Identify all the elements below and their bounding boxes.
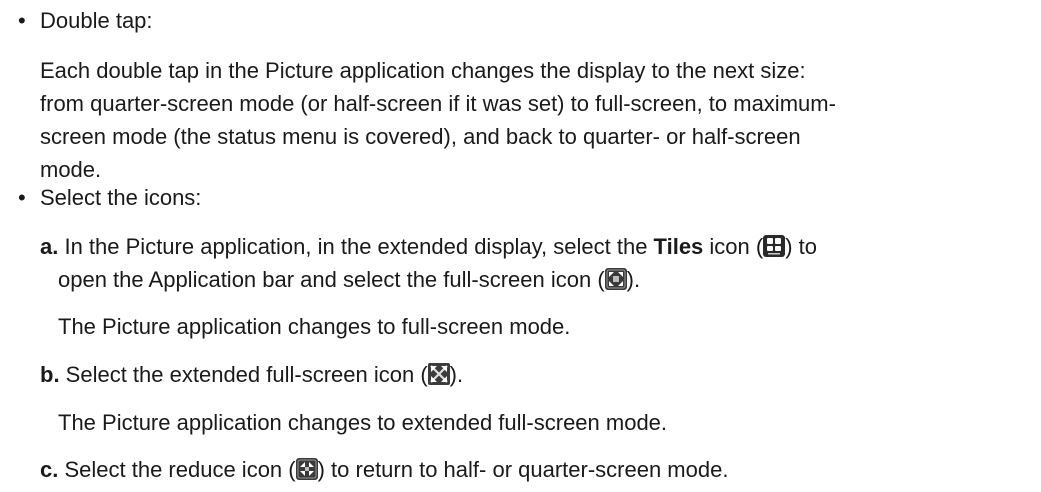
step-a-result: The Picture application changes to full-… [58,314,571,339]
step-text: icon ( [703,234,764,259]
reduce-icon [295,458,318,480]
step-text: ). [449,362,464,387]
step-b-result: The Picture application changes to exten… [58,410,668,435]
step-letter: c. [40,457,59,482]
step-text: Select the extended full-screen icon ( [59,362,428,387]
bullet-label: Select the icons: [40,185,202,210]
tiles-label: Tiles [653,234,704,259]
step-letter: b. [40,362,60,387]
step-letter: a. [40,234,59,259]
paragraph-line: Each double tap in the Picture applicati… [40,58,806,83]
full-screen-icon [604,268,627,290]
step-text: open the Application bar and select the … [58,267,605,292]
step-text: In the Picture application, in the exten… [58,234,654,259]
paragraph-line: screen mode (the status menu is covered)… [40,124,801,149]
paragraph-line: from quarter-screen mode (or half-screen… [40,91,836,116]
extended-full-screen-icon [427,363,450,385]
double-tap-description: Each double tap in the Picture applicati… [40,54,1030,186]
bullet-label: Double tap: [40,8,153,33]
step-a-line-1: a. In the Picture application, in the ex… [40,230,817,263]
bullet-marker: • [18,8,26,33]
step-text: ) to [785,234,818,259]
bullet-select-icons: • Select the icons: [18,181,201,214]
step-text: ). [626,267,641,292]
step-a-line-2: open the Application bar and select the … [58,263,640,296]
document-page: • Double tap: Each double tap in the Pict… [0,0,1041,492]
step-text: Select the reduce icon ( [58,457,296,482]
step-c-line: c. Select the reduce icon ( ) to return t… [40,453,728,486]
tiles-icon [763,235,786,257]
bullet-double-tap: • Double tap: [18,4,153,37]
step-b-line: b. Select the extended full-screen icon … [40,358,463,391]
bullet-marker: • [18,185,26,210]
step-text: ) to return to half- or quarter-screen m… [317,457,729,482]
